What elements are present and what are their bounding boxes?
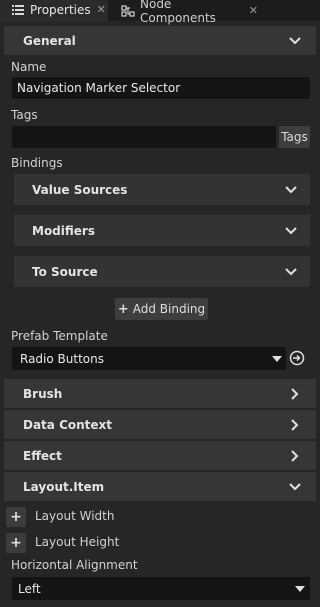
tab-node-components[interactable]: Node Components ✕ — [110, 0, 258, 25]
close-icon[interactable]: ✕ — [97, 3, 106, 16]
chevron-right-icon — [286, 385, 304, 403]
bindings-label: Bindings — [11, 156, 63, 170]
prefab-template-label: Prefab Template — [11, 329, 108, 343]
prefab-template-value: Radio Buttons — [20, 351, 104, 366]
plus-icon: + — [117, 301, 129, 317]
layout-height-label: Layout Height — [35, 535, 120, 549]
chevron-down-icon — [282, 181, 300, 199]
tab-properties[interactable]: Properties ✕ — [0, 0, 108, 21]
add-binding-label: Add Binding — [132, 302, 206, 316]
name-input[interactable]: Navigation Marker Selector — [12, 77, 310, 99]
layout-width-label: Layout Width — [35, 509, 115, 523]
section-effect[interactable]: Effect — [4, 441, 316, 470]
chevron-down-icon — [282, 222, 300, 240]
close-icon[interactable]: ✕ — [249, 4, 258, 17]
section-title: Layout.Item — [23, 479, 105, 494]
panel-tab-bar: Properties ✕ Node Components ✕ — [0, 0, 320, 25]
chevron-right-icon — [286, 447, 304, 465]
tags-input[interactable] — [12, 126, 276, 148]
bindings-group-to-source[interactable]: To Source — [14, 256, 310, 287]
chevron-down-icon — [286, 478, 304, 496]
chevron-right-icon — [286, 416, 304, 434]
dropdown-arrow-icon — [295, 585, 305, 592]
add-layout-height-button[interactable]: + — [6, 533, 26, 553]
dropdown-arrow-icon — [272, 355, 282, 362]
add-binding-button[interactable]: + Add Binding — [115, 298, 208, 320]
section-title: Data Context — [23, 417, 113, 432]
list-icon — [11, 4, 25, 16]
section-title: Effect — [23, 448, 62, 463]
section-title: General — [23, 33, 76, 48]
node-components-icon — [121, 4, 135, 17]
tags-button[interactable]: Tags — [279, 126, 310, 148]
horizontal-alignment-value: Left — [18, 581, 41, 596]
bindings-group-value-sources[interactable]: Value Sources — [14, 174, 310, 205]
group-title: To Source — [32, 264, 98, 279]
section-title: Brush — [23, 386, 63, 401]
group-title: Modifiers — [32, 223, 95, 238]
tab-label: Node Components — [140, 0, 216, 25]
tab-label: Properties — [30, 2, 91, 17]
chevron-down-icon — [286, 32, 304, 50]
section-layout-item[interactable]: Layout.Item — [4, 472, 316, 501]
chevron-down-icon — [282, 263, 300, 281]
section-brush[interactable]: Brush — [4, 379, 316, 408]
group-title: Value Sources — [32, 182, 128, 197]
prefab-template-select[interactable]: Radio Buttons — [12, 347, 286, 370]
go-to-prefab-icon[interactable] — [289, 350, 305, 366]
section-data-context[interactable]: Data Context — [4, 410, 316, 439]
name-label: Name — [11, 60, 47, 74]
bindings-group-modifiers[interactable]: Modifiers — [14, 215, 310, 246]
horizontal-alignment-select[interactable]: Left — [12, 577, 310, 600]
section-general[interactable]: General — [4, 26, 316, 55]
name-value: Navigation Marker Selector — [17, 81, 181, 95]
tags-label: Tags — [11, 108, 38, 122]
add-layout-width-button[interactable]: + — [6, 507, 26, 527]
horizontal-alignment-label: Horizontal Alignment — [11, 558, 138, 572]
